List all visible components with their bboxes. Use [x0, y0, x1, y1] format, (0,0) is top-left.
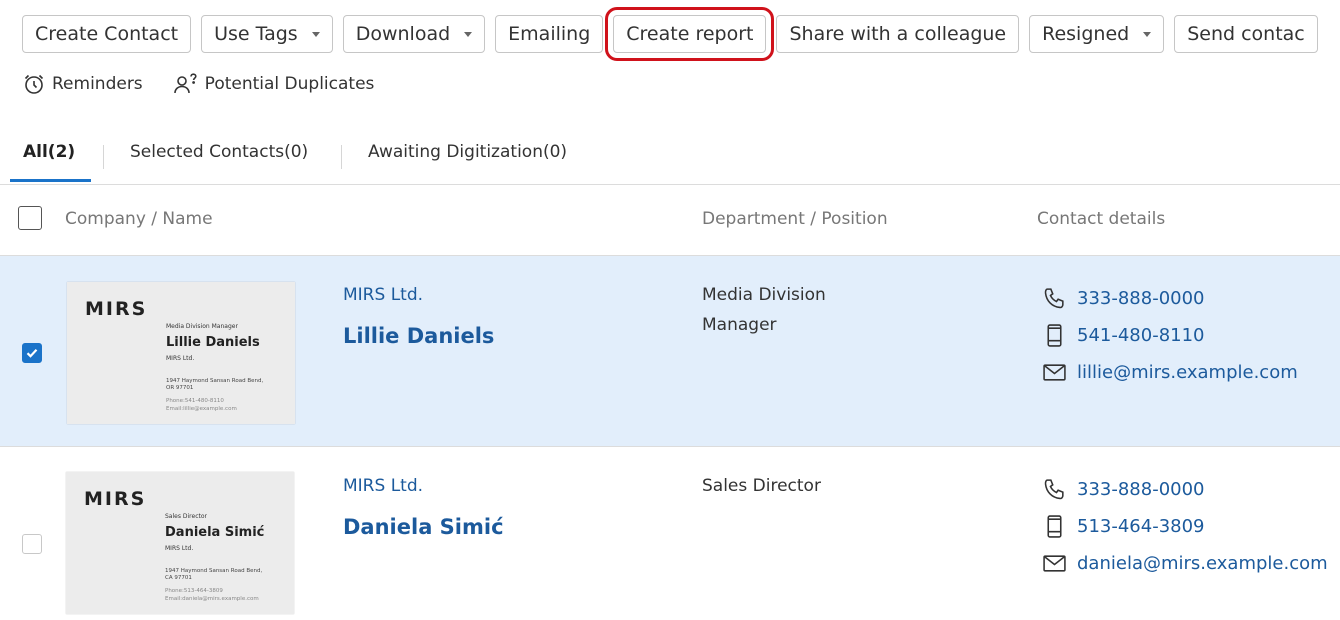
card-address-line: 1947 Haymond Sansan Road Bend, — [166, 378, 264, 384]
email-link[interactable]: lillie@mirs.example.com — [1077, 362, 1298, 383]
resigned-label: Resigned — [1042, 23, 1130, 45]
phone-entry: 333-888-0000 — [1042, 477, 1205, 502]
department-position: Sales Director — [702, 471, 821, 501]
phone-number-link[interactable]: 333-888-0000 — [1077, 288, 1205, 309]
table-row[interactable]: MIRS Sales Director Daniela Simić MIRS L… — [0, 447, 1340, 620]
mail-icon — [1043, 364, 1066, 381]
mobile-entry: 541-480-8110 — [1042, 323, 1205, 348]
create-report-label: Create report — [626, 23, 754, 45]
card-phone: Phone:541-480-8110 — [166, 398, 224, 404]
department: Sales Director — [702, 476, 821, 496]
card-address-line: OR 97701 — [166, 385, 194, 391]
mobile-number-link[interactable]: 513-464-3809 — [1077, 516, 1205, 537]
business-card-image[interactable]: MIRS Media Division Manager Lillie Danie… — [67, 282, 295, 424]
mobile-phone-icon — [1047, 324, 1062, 347]
send-contact-label: Send contac — [1187, 23, 1305, 45]
emailing-button[interactable]: Emailing — [495, 15, 604, 53]
card-title: Sales Director — [165, 513, 207, 520]
department: Media Division — [702, 285, 826, 305]
share-with-colleague-button[interactable]: Share with a colleague — [776, 15, 1020, 53]
card-address: 1947 Haymond Sansan Road Bend, CA 97701 — [165, 568, 290, 582]
department-position: Media Division Manager — [702, 280, 826, 340]
mail-icon — [1043, 555, 1066, 572]
check-icon — [26, 348, 38, 358]
card-name: Lillie Daniels — [166, 335, 260, 350]
card-company: MIRS Ltd. — [165, 545, 194, 552]
download-button[interactable]: Download — [342, 15, 486, 53]
reminders-label: Reminders — [52, 74, 143, 94]
phone-number-link[interactable]: 333-888-0000 — [1077, 479, 1205, 500]
chevron-down-icon — [311, 31, 320, 37]
tab-divider — [103, 145, 104, 169]
potential-duplicates-link[interactable]: Potential Duplicates — [173, 72, 375, 96]
phone-entry: 333-888-0000 — [1042, 286, 1205, 311]
tab-selected-contacts[interactable]: Selected Contacts(0) — [130, 142, 308, 162]
card-email: Email:daniela@mirs.example.com — [165, 596, 259, 602]
use-tags-label: Use Tags — [214, 23, 298, 45]
toolbar: Create Contact Use Tags Download Emailin… — [22, 7, 1318, 61]
mobile-phone-icon — [1047, 515, 1062, 538]
create-report-button[interactable]: Create report — [605, 7, 775, 61]
contact-tabs: All(2) Selected Contacts(0) Awaiting Dig… — [0, 128, 1340, 185]
column-header-name[interactable]: Company / Name — [65, 209, 213, 229]
phone-icon — [1044, 479, 1064, 500]
mobile-entry: 513-464-3809 — [1042, 514, 1205, 539]
subtools: Reminders Potential Duplicates — [22, 72, 374, 96]
resigned-button[interactable]: Resigned — [1029, 15, 1165, 53]
tab-all[interactable]: All(2) — [23, 142, 75, 162]
card-email: Email:lillie@example.com — [166, 406, 237, 412]
card-name: Daniela Simić — [165, 525, 265, 540]
position: Manager — [702, 315, 777, 335]
card-logo: MIRS — [85, 298, 148, 320]
send-contact-button[interactable]: Send contac — [1174, 15, 1318, 53]
create-contact-button[interactable]: Create Contact — [22, 15, 192, 53]
company-link[interactable]: MIRS Ltd. — [343, 476, 423, 496]
email-link[interactable]: daniela@mirs.example.com — [1077, 553, 1328, 574]
active-tab-indicator — [10, 179, 91, 182]
download-label: Download — [355, 23, 451, 45]
row-checkbox[interactable] — [22, 343, 42, 363]
create-contact-label: Create Contact — [35, 23, 179, 45]
card-title: Media Division Manager — [166, 323, 238, 330]
column-header-contact: Contact details — [1037, 209, 1166, 229]
mobile-number-link[interactable]: 541-480-8110 — [1077, 325, 1205, 346]
tab-awaiting-digitization[interactable]: Awaiting Digitization(0) — [368, 142, 567, 162]
card-address: 1947 Haymond Sansan Road Bend, OR 97701 — [166, 378, 291, 392]
card-address-line: 1947 Haymond Sansan Road Bend, — [165, 568, 263, 574]
reminders-link[interactable]: Reminders — [22, 72, 143, 96]
business-card-image[interactable]: MIRS Sales Director Daniela Simić MIRS L… — [66, 472, 294, 614]
email-entry: lillie@mirs.example.com — [1042, 360, 1298, 385]
table-header: Company / Name Department / Position Con… — [0, 185, 1340, 256]
tab-divider — [341, 145, 342, 169]
person-question-icon — [173, 73, 197, 94]
email-entry: daniela@mirs.example.com — [1042, 551, 1328, 576]
card-logo: MIRS — [84, 488, 147, 510]
emailing-label: Emailing — [508, 23, 591, 45]
table-row[interactable]: MIRS Media Division Manager Lillie Danie… — [0, 256, 1340, 447]
chevron-down-icon — [464, 31, 473, 37]
alarm-clock-icon — [24, 74, 44, 94]
contact-name-link[interactable]: Lillie Daniels — [343, 324, 494, 348]
card-phone: Phone:513-464-3809 — [165, 588, 223, 594]
row-checkbox[interactable] — [22, 534, 42, 554]
share-label: Share with a colleague — [789, 23, 1007, 45]
potential-duplicates-label: Potential Duplicates — [204, 74, 375, 94]
contact-name-link[interactable]: Daniela Simić — [343, 515, 504, 539]
card-company: MIRS Ltd. — [166, 355, 195, 362]
column-header-department[interactable]: Department / Position — [702, 209, 888, 229]
phone-icon — [1044, 288, 1064, 309]
company-link[interactable]: MIRS Ltd. — [343, 285, 423, 305]
card-address-line: CA 97701 — [165, 575, 192, 581]
chevron-down-icon — [1143, 31, 1152, 37]
select-all-checkbox[interactable] — [18, 206, 42, 230]
use-tags-button[interactable]: Use Tags — [201, 15, 333, 53]
